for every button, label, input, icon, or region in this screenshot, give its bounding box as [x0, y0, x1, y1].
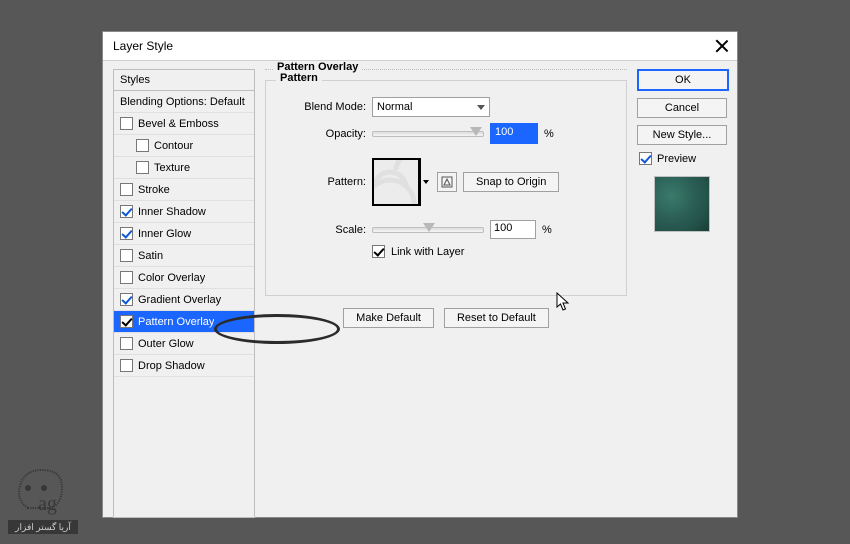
right-panel: OK Cancel New Style... Preview — [637, 69, 727, 508]
style-item-texture[interactable]: Texture — [114, 157, 254, 179]
scale-input[interactable]: 100 — [490, 220, 536, 239]
styles-panel: Styles Blending Options: Default Bevel &… — [113, 69, 255, 508]
style-item-checkbox[interactable] — [120, 271, 133, 284]
style-item-checkbox[interactable] — [120, 337, 133, 350]
preview-row: Preview — [637, 152, 727, 165]
reset-default-button[interactable]: Reset to Default — [444, 308, 549, 328]
close-icon[interactable] — [715, 39, 729, 53]
create-preset-icon[interactable] — [437, 172, 457, 192]
style-item-label: Outer Glow — [138, 338, 194, 350]
style-item-checkbox[interactable] — [136, 161, 149, 174]
pattern-swatch — [372, 158, 420, 206]
style-item-contour[interactable]: Contour — [114, 135, 254, 157]
row-blend-mode: Blend Mode: Normal — [276, 97, 616, 117]
blend-mode-label: Blend Mode: — [276, 101, 366, 113]
style-item-checkbox[interactable] — [120, 227, 133, 240]
svg-text:آریا گستر افزار: آریا گستر افزار — [14, 521, 71, 533]
style-item-label: Contour — [154, 140, 193, 152]
style-item-label: Bevel & Emboss — [138, 118, 219, 130]
style-item-gradient-overlay[interactable]: Gradient Overlay — [114, 289, 254, 311]
style-item-label: Satin — [138, 250, 163, 262]
pattern-picker[interactable] — [372, 158, 431, 206]
chevron-down-icon — [477, 105, 485, 110]
styles-header[interactable]: Styles — [113, 69, 255, 90]
style-item-checkbox[interactable] — [120, 249, 133, 262]
style-item-label: Texture — [154, 162, 190, 174]
style-item-checkbox[interactable] — [120, 293, 133, 306]
style-item-label: Stroke — [138, 184, 170, 196]
new-style-button[interactable]: New Style... — [637, 125, 727, 145]
cancel-button[interactable]: Cancel — [637, 98, 727, 118]
style-item-label: Inner Glow — [138, 228, 191, 240]
opacity-slider[interactable] — [372, 131, 484, 137]
row-defaults: Make Default Reset to Default — [265, 308, 627, 328]
blend-mode-select[interactable]: Normal — [372, 97, 490, 117]
link-with-layer-label: Link with Layer — [391, 246, 464, 258]
style-item-checkbox[interactable] — [120, 359, 133, 372]
style-item-checkbox[interactable] — [120, 183, 133, 196]
style-item-drop-shadow[interactable]: Drop Shadow — [114, 355, 254, 377]
style-item-stroke[interactable]: Stroke — [114, 179, 254, 201]
style-item-label: Inner Shadow — [138, 206, 206, 218]
titlebar: Layer Style — [103, 32, 737, 61]
style-item-inner-glow[interactable]: Inner Glow — [114, 223, 254, 245]
watermark: ag آریا گستر افزار — [8, 462, 78, 536]
style-item-pattern-overlay[interactable]: Pattern Overlay — [114, 311, 254, 333]
style-item-bevel-emboss[interactable]: Bevel & Emboss — [114, 113, 254, 135]
style-item-checkbox[interactable] — [136, 139, 149, 152]
blending-options-item[interactable]: Blending Options: Default — [114, 91, 254, 113]
make-default-button[interactable]: Make Default — [343, 308, 434, 328]
style-item-color-overlay[interactable]: Color Overlay — [114, 267, 254, 289]
row-pattern: Pattern: — [276, 158, 616, 206]
ok-button[interactable]: OK — [637, 69, 729, 91]
pattern-label: Pattern: — [276, 176, 366, 188]
title-text: Layer Style — [113, 39, 715, 53]
style-item-checkbox[interactable] — [120, 205, 133, 218]
scale-slider[interactable] — [372, 227, 484, 233]
style-item-checkbox[interactable] — [120, 117, 133, 130]
center-panel: Pattern Overlay Pattern Blend Mode: Norm… — [265, 69, 627, 508]
layer-style-dialog: Layer Style Styles Blending Options: Def… — [102, 31, 738, 518]
row-opacity: Opacity: 100 % — [276, 123, 616, 144]
style-item-checkbox[interactable] — [120, 315, 133, 328]
style-item-inner-shadow[interactable]: Inner Shadow — [114, 201, 254, 223]
group-pattern-overlay: Pattern Overlay Pattern Blend Mode: Norm… — [265, 69, 627, 522]
style-item-label: Gradient Overlay — [138, 294, 221, 306]
style-item-label: Drop Shadow — [138, 360, 205, 372]
row-scale: Scale: 100 % — [276, 220, 616, 239]
preview-thumbnail — [654, 176, 710, 232]
group-pattern: Pattern Blend Mode: Normal Opacity: — [265, 80, 627, 296]
style-item-label: Pattern Overlay — [138, 316, 214, 328]
style-item-label: Color Overlay — [138, 272, 205, 284]
preview-checkbox[interactable] — [639, 152, 652, 165]
opacity-label: Opacity: — [276, 128, 366, 140]
style-item-outer-glow[interactable]: Outer Glow — [114, 333, 254, 355]
svg-text:ag: ag — [38, 493, 57, 515]
link-with-layer-checkbox[interactable] — [372, 245, 385, 258]
style-item-satin[interactable]: Satin — [114, 245, 254, 267]
snap-to-origin-button[interactable]: Snap to Origin — [463, 172, 559, 192]
pattern-dropdown[interactable] — [420, 158, 431, 206]
row-link: Link with Layer — [372, 245, 616, 258]
preview-label: Preview — [657, 153, 696, 165]
opacity-input[interactable]: 100 — [490, 123, 538, 144]
scale-label: Scale: — [276, 224, 366, 236]
group-title-inner: Pattern — [276, 72, 322, 84]
styles-list: Blending Options: Default Bevel & Emboss… — [113, 90, 255, 518]
